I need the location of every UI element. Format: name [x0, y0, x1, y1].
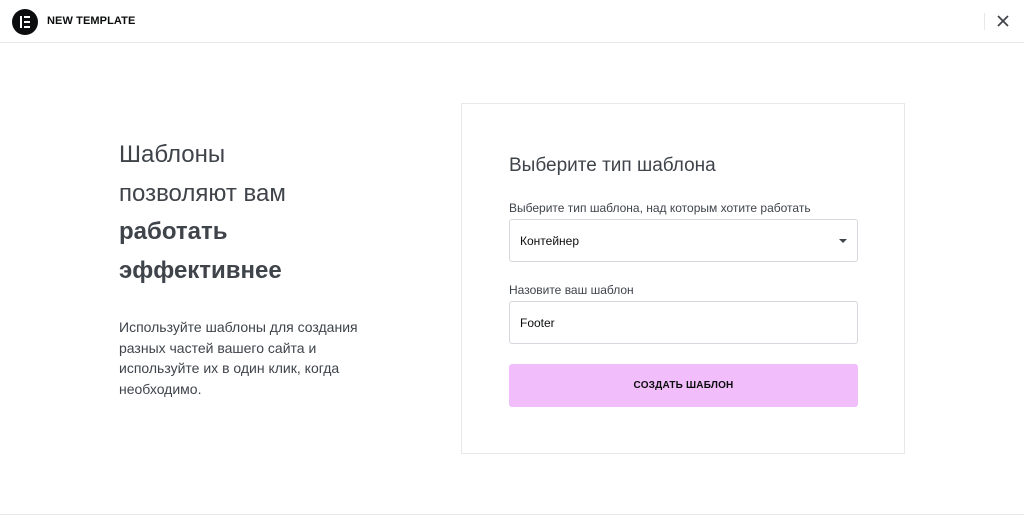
close-icon [997, 15, 1009, 27]
template-name-label: Назовите ваш шаблон [509, 283, 634, 297]
chevron-down-icon [839, 239, 847, 243]
template-form: Выберите тип шаблона Выберите тип шаблон… [461, 103, 905, 454]
intro-heading-line: позволяют вам [119, 179, 286, 207]
template-type-value: Контейнер [520, 234, 580, 248]
header-divider [984, 13, 985, 30]
footer-divider [0, 514, 1024, 515]
create-template-button[interactable]: СОЗДАТЬ ШАБЛОН [509, 364, 858, 407]
intro-heading-line: Шаблоны [119, 141, 226, 168]
intro-heading-emphasis: эффективнее [119, 256, 282, 284]
intro-heading-emphasis: работать [119, 218, 228, 245]
intro-heading: Шаблоны позволяют вам работать эффективн… [119, 136, 419, 290]
template-name-input[interactable] [509, 301, 858, 344]
intro-description: Используйте шаблоны для создания разных … [119, 319, 358, 397]
intro-section: Шаблоны позволяют вам работать эффективн… [119, 136, 419, 399]
modal-title: NEW TEMPLATE [47, 15, 136, 27]
elementor-logo-icon [12, 9, 38, 35]
template-type-label: Выберите тип шаблона, над которым хотите… [509, 201, 811, 215]
close-button[interactable] [994, 12, 1012, 30]
new-template-modal: NEW TEMPLATE Шаблоны позволяют вам работ… [0, 0, 1024, 532]
form-title: Выберите тип шаблона [509, 155, 716, 176]
template-type-select[interactable]: Контейнер [509, 219, 858, 262]
modal-header: NEW TEMPLATE [0, 0, 1024, 43]
